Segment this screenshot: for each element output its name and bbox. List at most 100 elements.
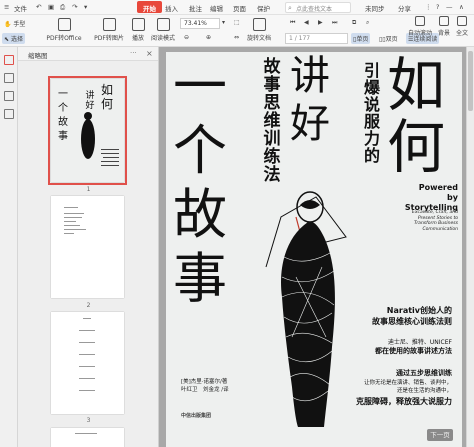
next-page-button[interactable]: 下一页: [427, 429, 453, 441]
minimize-icon[interactable]: —: [446, 3, 453, 11]
select-label: 选择: [10, 36, 23, 43]
powered-by-storytelling: Powered by Storytelling: [378, 183, 458, 213]
text-line: [75, 433, 97, 434]
menu-icon[interactable]: ≡: [4, 3, 9, 11]
menu-start[interactable]: 开始: [137, 1, 162, 13]
help-icon[interactable]: ?: [436, 3, 439, 11]
background-icon: [439, 16, 449, 26]
thumbnail-cover: 如 何 讲 好 一 个 故 事: [51, 79, 124, 182]
search-panel-icon[interactable]: [4, 109, 14, 119]
text-line: [64, 207, 78, 208]
full-text-label: 全文: [455, 30, 468, 37]
powered-line: by: [447, 193, 458, 202]
print-icon[interactable]: ⎙: [60, 3, 65, 12]
screenshot-icon[interactable]: ⧉: [352, 19, 356, 27]
steps-line-3: 还是在生活的沟通中，: [396, 388, 452, 394]
undo-icon[interactable]: ↶: [36, 3, 41, 11]
select-tool[interactable]: ⬉ 选择: [2, 33, 25, 44]
close-icon[interactable]: ×: [146, 49, 153, 58]
pdf-to-office-label: PDF转Office: [46, 35, 82, 42]
menu-page[interactable]: 页面: [233, 3, 246, 13]
thumbnail-header: 缩略图 ··· ×: [18, 47, 158, 61]
translators: 叶红卫 刘金龙 /译: [181, 387, 229, 393]
save-icon[interactable]: ▣: [48, 3, 54, 11]
rotate-doc-label: 旋转文档: [246, 35, 271, 42]
clients-line: 迪士尼、推特、UNICEF: [387, 339, 452, 346]
subtitle-column-1: 引爆说服力的: [363, 61, 380, 165]
author-name: [美]杰里·诺塞尔/著: [181, 379, 228, 385]
redo-icon[interactable]: ↷: [72, 3, 77, 11]
auto-scroll-label: 自动滚动: [407, 30, 432, 37]
menu-insert[interactable]: 插入: [165, 3, 178, 13]
rotate-doc-button[interactable]: 旋转文档: [244, 17, 274, 45]
page-input[interactable]: 1 / 177: [285, 33, 348, 44]
narativ-line-2: 故事思维核心训练法则: [372, 317, 452, 326]
menu-share[interactable]: 分享: [398, 3, 411, 13]
prev-page-icon[interactable]: ◀: [304, 19, 309, 26]
thumbnail-page-2[interactable]: [51, 196, 124, 298]
svg-text:一: 一: [58, 89, 68, 100]
pdf-to-office-button[interactable]: PDF转Office: [46, 17, 82, 45]
next-page-icon[interactable]: ▶: [318, 19, 323, 26]
first-page-icon[interactable]: ⏮: [290, 19, 295, 27]
two-page-icon: ▯▯: [379, 36, 386, 43]
text-line: [64, 225, 80, 226]
two-page-button[interactable]: ▯▯双页: [379, 34, 398, 43]
svg-text:故: 故: [58, 115, 68, 128]
search-box[interactable]: ⌕ 点此查找文本: [285, 2, 351, 13]
read-mode-button[interactable]: 阅读模式: [148, 17, 178, 45]
thumbnail-page-1[interactable]: 如 何 讲 好 一 个 故 事: [48, 76, 127, 185]
svg-text:讲: 讲: [85, 89, 94, 101]
more-icon[interactable]: ⋮: [425, 3, 432, 11]
svg-text:个: 个: [58, 102, 68, 114]
search-icon: ⌕: [288, 4, 292, 12]
thumbnail-page-4[interactable]: [51, 428, 124, 447]
toolbar: ✋ 手型 ⬉ 选择 PDF转Office PDF转图片 播放 阅读模式 73.4…: [0, 15, 474, 47]
menu-protect[interactable]: 保护: [257, 3, 270, 13]
zoom-out-icon[interactable]: ⊖: [184, 34, 189, 41]
zoom-dropdown-icon[interactable]: ▾: [222, 19, 225, 26]
text-line: [79, 366, 95, 367]
scrollbar-thumb[interactable]: [468, 51, 473, 111]
title-char: 事: [173, 247, 227, 310]
book-cover-page: 如 何 引爆说服力的 讲 好 故事思维训练法 一 个 故 事 Powered b…: [166, 52, 462, 447]
zoom-input[interactable]: 73.41%: [180, 18, 220, 29]
convert-image-icon: [102, 18, 116, 31]
zoom-in-icon[interactable]: ⊕: [206, 34, 211, 41]
background-button[interactable]: 背景: [434, 15, 454, 43]
menu-file[interactable]: 文件: [14, 3, 27, 13]
vertical-scrollbar[interactable]: [466, 47, 474, 447]
english-line: Communication: [422, 226, 458, 232]
full-text-button[interactable]: 全文: [452, 15, 472, 43]
thumbnail-panel-icon[interactable]: [4, 55, 14, 65]
last-page-icon[interactable]: ⏭: [332, 19, 337, 27]
single-page-button[interactable]: ▯单页: [351, 33, 371, 44]
annotation-icon[interactable]: [4, 91, 14, 101]
menu-edit[interactable]: 编辑: [210, 3, 223, 13]
menu-sync[interactable]: 未同步: [365, 3, 385, 13]
bookmark-icon[interactable]: [4, 73, 14, 83]
english-subtitle: Excavate, Craft, and Present Stories to …: [378, 210, 458, 232]
pdf-to-image-button[interactable]: PDF转图片: [92, 17, 126, 45]
auto-scroll-button[interactable]: 自动滚动: [405, 15, 435, 43]
tangled-figure-illustration: [265, 191, 347, 427]
search-doc-icon[interactable]: ⌕: [366, 19, 369, 27]
thumbnail-page-3[interactable]: [51, 312, 124, 414]
collapse-icon[interactable]: ∧: [459, 3, 464, 11]
dropdown-icon[interactable]: ▾: [84, 3, 87, 11]
menu-annotate[interactable]: 批注: [189, 3, 202, 13]
background-label: 背景: [437, 30, 450, 37]
narativ-line: Narativ创始人的: [386, 306, 452, 315]
hand-tool[interactable]: ✋ 手型: [4, 19, 25, 28]
steps-line-4: 克服障碍，释放强大说服力: [356, 397, 452, 406]
title-char: 个: [173, 119, 227, 182]
fit-page-icon[interactable]: ⬚: [234, 19, 240, 26]
fit-width-icon[interactable]: ⇔: [234, 34, 239, 41]
title-char: 何: [386, 113, 445, 181]
play-icon: [131, 18, 145, 31]
single-page-label: 单页: [356, 36, 369, 43]
thumbnail-options-icon[interactable]: ···: [130, 49, 137, 57]
thumbnail-page-number: 2: [86, 302, 91, 309]
read-mode-label: 阅读模式: [150, 35, 175, 42]
text-line: [83, 318, 91, 319]
